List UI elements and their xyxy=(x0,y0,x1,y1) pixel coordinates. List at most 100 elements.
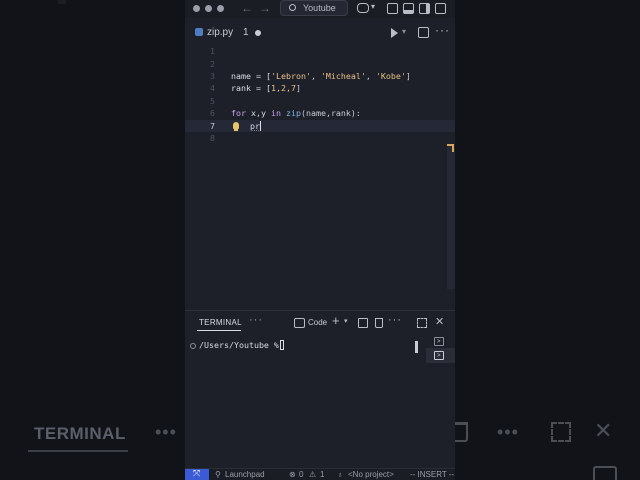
number-token: 1,2,7 xyxy=(270,83,296,93)
background-underline xyxy=(28,450,128,452)
customize-layout-icon[interactable] xyxy=(435,3,446,14)
terminal-instance-icon[interactable]: > xyxy=(434,337,444,346)
background-terminal-label: TERMINAL xyxy=(34,424,126,443)
scrollbar-warning-marker-vertical xyxy=(452,144,454,152)
code-token: name = [ xyxy=(231,71,271,81)
line-number: 8 xyxy=(210,133,215,143)
split-editor-icon[interactable] xyxy=(418,27,429,38)
background-artifact xyxy=(58,0,66,4)
panel-more-icon[interactable]: ··· xyxy=(249,314,263,326)
tab-problem-count: 1 xyxy=(243,27,249,38)
function-token: zip xyxy=(280,108,301,118)
chevron-down-icon[interactable]: ▾ xyxy=(371,2,375,11)
code-token: x,y xyxy=(246,108,271,118)
editor-scrollbar[interactable] xyxy=(447,144,455,289)
command-decoration-icon[interactable] xyxy=(190,343,196,349)
tab-filename: zip.py xyxy=(207,27,234,38)
maximize-panel-icon[interactable] xyxy=(417,318,427,328)
title-bar: ← → Youtube ▾ xyxy=(185,0,455,18)
toggle-secondary-sidebar-icon[interactable] xyxy=(419,3,430,14)
window-zoom-dot[interactable] xyxy=(217,5,224,12)
current-line-highlight xyxy=(185,120,455,132)
window-minimize-dot[interactable] xyxy=(205,5,212,12)
lightbulb-icon[interactable] xyxy=(233,122,239,129)
terminal-scrollbar[interactable] xyxy=(415,341,418,353)
string-token: 'Kobe' xyxy=(375,71,406,81)
launchpad-label[interactable]: Launchpad xyxy=(225,470,265,479)
copilot-icon[interactable] xyxy=(357,3,369,13)
code-token: (name,rank): xyxy=(300,108,361,118)
terminal-shell-label[interactable]: Code xyxy=(308,318,327,327)
tab-terminal[interactable]: TERMINAL xyxy=(199,318,242,327)
status-bar: ⤧ ⚲ Launchpad ⊗ 0 ⚠ 1 ♁ <No project> -- … xyxy=(185,468,455,480)
line-number: 4 xyxy=(210,83,215,93)
run-options-chevron-icon[interactable]: ▾ xyxy=(402,27,406,36)
active-tab-indicator xyxy=(197,330,241,331)
project-icon[interactable]: ♁ xyxy=(337,470,343,479)
terminal-more-icon[interactable]: ··· xyxy=(388,314,402,326)
bottom-panel: TERMINAL ··· Code + ▾ ··· ✕ /Users/Youtu… xyxy=(185,310,455,468)
text-cursor xyxy=(260,121,261,131)
background-close-icon: ✕ xyxy=(594,418,613,443)
code-line-4: rank = [1,2,7] xyxy=(231,83,301,93)
terminal-prompt[interactable]: /Users/Youtube % xyxy=(199,340,279,350)
line-number-active: 7 xyxy=(210,121,215,131)
new-terminal-plus-icon[interactable]: + xyxy=(332,313,340,328)
prompt-chevron-glyph: > xyxy=(437,353,441,359)
warning-count[interactable]: 1 xyxy=(320,470,324,479)
code-token: , xyxy=(310,71,321,81)
background-right xyxy=(455,0,640,480)
error-icon[interactable]: ⊗ xyxy=(289,470,296,479)
string-token: 'Lebron' xyxy=(270,71,311,81)
code-token: ] xyxy=(405,71,411,81)
terminal-instance-icon-active[interactable]: > xyxy=(434,351,444,360)
toggle-panel-icon[interactable] xyxy=(403,3,414,14)
vim-mode-label: -- INSERT -- xyxy=(410,470,455,479)
code-editor[interactable]: 1 2 3 4 5 6 7 8 name = ['Lebron', 'Miche… xyxy=(185,44,455,309)
close-panel-icon[interactable]: ✕ xyxy=(435,315,444,328)
code-line-6: for x,y in zip(name,rank): xyxy=(231,108,361,118)
background-maximize-icon xyxy=(551,422,571,442)
launchpad-rocket-icon[interactable]: ⚲ xyxy=(215,470,221,479)
window-close-dot[interactable] xyxy=(193,5,200,12)
command-center-search[interactable]: Youtube xyxy=(280,0,348,16)
unsaved-dot-icon[interactable] xyxy=(255,30,261,36)
toggle-sidebar-icon[interactable] xyxy=(387,3,398,14)
line-number: 5 xyxy=(210,96,215,106)
warning-icon[interactable]: ⚠ xyxy=(309,470,316,479)
background-left: TERMINAL ••• xyxy=(0,0,185,480)
terminal-icon[interactable] xyxy=(294,318,305,328)
line-number: 1 xyxy=(210,46,215,56)
prompt-chevron-glyph: > xyxy=(437,339,441,345)
split-terminal-icon[interactable] xyxy=(358,318,368,328)
kill-terminal-trash-icon[interactable] xyxy=(375,318,383,328)
editor-tabs: zip.py 1 ▾ ··· xyxy=(185,22,455,44)
string-token: 'Micheal' xyxy=(320,71,366,81)
code-line-7: pr xyxy=(250,121,260,131)
remote-indicator[interactable]: ⤧ xyxy=(185,468,209,480)
lightbulb-base xyxy=(234,129,238,131)
run-python-icon[interactable] xyxy=(391,28,398,38)
line-number: 3 xyxy=(210,71,215,81)
code-token: rank = [ xyxy=(231,83,271,93)
background-terminal-icon xyxy=(593,466,617,480)
error-count[interactable]: 0 xyxy=(299,470,303,479)
keyword-token: in xyxy=(270,108,281,118)
background-more-icon-right: ••• xyxy=(497,422,519,442)
forward-arrow-icon[interactable]: → xyxy=(259,1,271,15)
back-arrow-icon[interactable]: ← xyxy=(241,1,253,15)
search-label: Youtube xyxy=(303,3,336,13)
more-actions-icon[interactable]: ··· xyxy=(435,23,450,37)
code-line-3: name = ['Lebron', 'Micheal', 'Kobe'] xyxy=(231,71,411,81)
editor-window: ← → Youtube ▾ zip.py 1 ▾ ··· 1 2 3 4 5 6… xyxy=(185,0,455,480)
search-icon xyxy=(289,4,296,11)
background-more-icon: ••• xyxy=(155,422,177,442)
remote-icon: ⤧ xyxy=(193,468,201,478)
line-number: 6 xyxy=(210,108,215,118)
terminal-cursor xyxy=(280,340,284,350)
code-token: , xyxy=(365,71,376,81)
terminal-profile-chevron-icon[interactable]: ▾ xyxy=(344,317,348,325)
code-token: ] xyxy=(295,83,301,93)
project-label[interactable]: <No project> xyxy=(348,470,394,479)
python-file-icon xyxy=(195,28,203,36)
